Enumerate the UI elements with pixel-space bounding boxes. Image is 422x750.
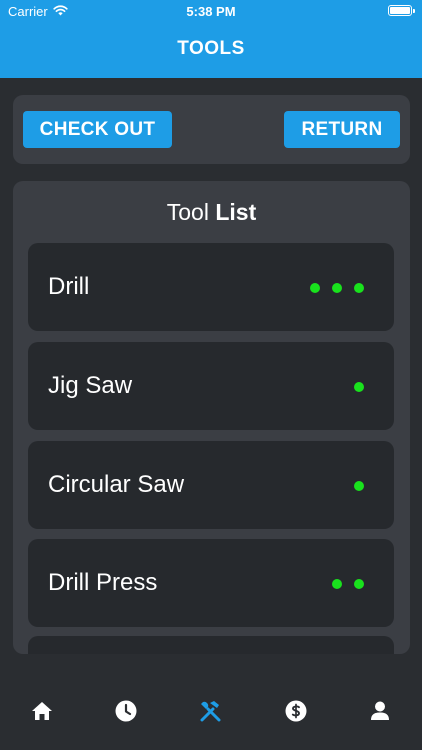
tool-item-circular-saw[interactable]: Circular Saw (28, 441, 394, 529)
tool-item-drill[interactable]: Drill (28, 243, 394, 331)
tool-name: Circular Saw (48, 471, 185, 498)
home-icon (31, 701, 53, 726)
user-icon (370, 701, 390, 726)
availability-indicator (310, 283, 364, 293)
tool-list-title-light: Tool (166, 199, 209, 225)
status-bar: Carrier 5:38 PM (0, 0, 422, 22)
tool-list-title-bold: List (215, 199, 257, 225)
app-header: Carrier 5:38 PM TOOLS (0, 0, 422, 78)
page-title: TOOLS (177, 38, 245, 59)
tool-item-jig-saw[interactable]: Jig Saw (28, 342, 394, 430)
tab-profile[interactable] (367, 700, 393, 726)
availability-dot (310, 283, 320, 293)
action-panel: CHECK OUT RETURN (13, 95, 410, 164)
tool-item-partial[interactable] (28, 636, 394, 654)
check-out-button[interactable]: CHECK OUT (23, 111, 172, 148)
tool-name: Drill Press (48, 569, 158, 596)
tools-icon (199, 700, 223, 727)
battery-icon (388, 5, 415, 16)
availability-indicator (354, 481, 364, 491)
tab-payments[interactable] (283, 700, 309, 726)
availability-indicator (354, 382, 364, 392)
clock-icon (115, 700, 137, 727)
availability-dot (354, 382, 364, 392)
tool-item-drill-press[interactable]: Drill Press (28, 539, 394, 627)
tool-list-title: Tool List (13, 199, 410, 226)
tab-bar (0, 680, 422, 750)
tab-home[interactable] (29, 700, 55, 726)
tool-name: Drill (48, 273, 90, 300)
availability-dot (332, 579, 342, 589)
availability-dot (354, 579, 364, 589)
tool-list-panel: Tool List Drill Jig Saw Circular Saw Dri… (13, 181, 410, 654)
availability-indicator (332, 579, 364, 589)
tab-tools[interactable] (198, 700, 224, 726)
return-button[interactable]: RETURN (284, 111, 400, 148)
availability-dot (354, 283, 364, 293)
status-time: 5:38 PM (186, 4, 236, 19)
dollar-icon (285, 700, 307, 727)
tool-name: Jig Saw (48, 372, 133, 399)
tab-history[interactable] (113, 700, 139, 726)
availability-dot (332, 283, 342, 293)
availability-dot (354, 481, 364, 491)
